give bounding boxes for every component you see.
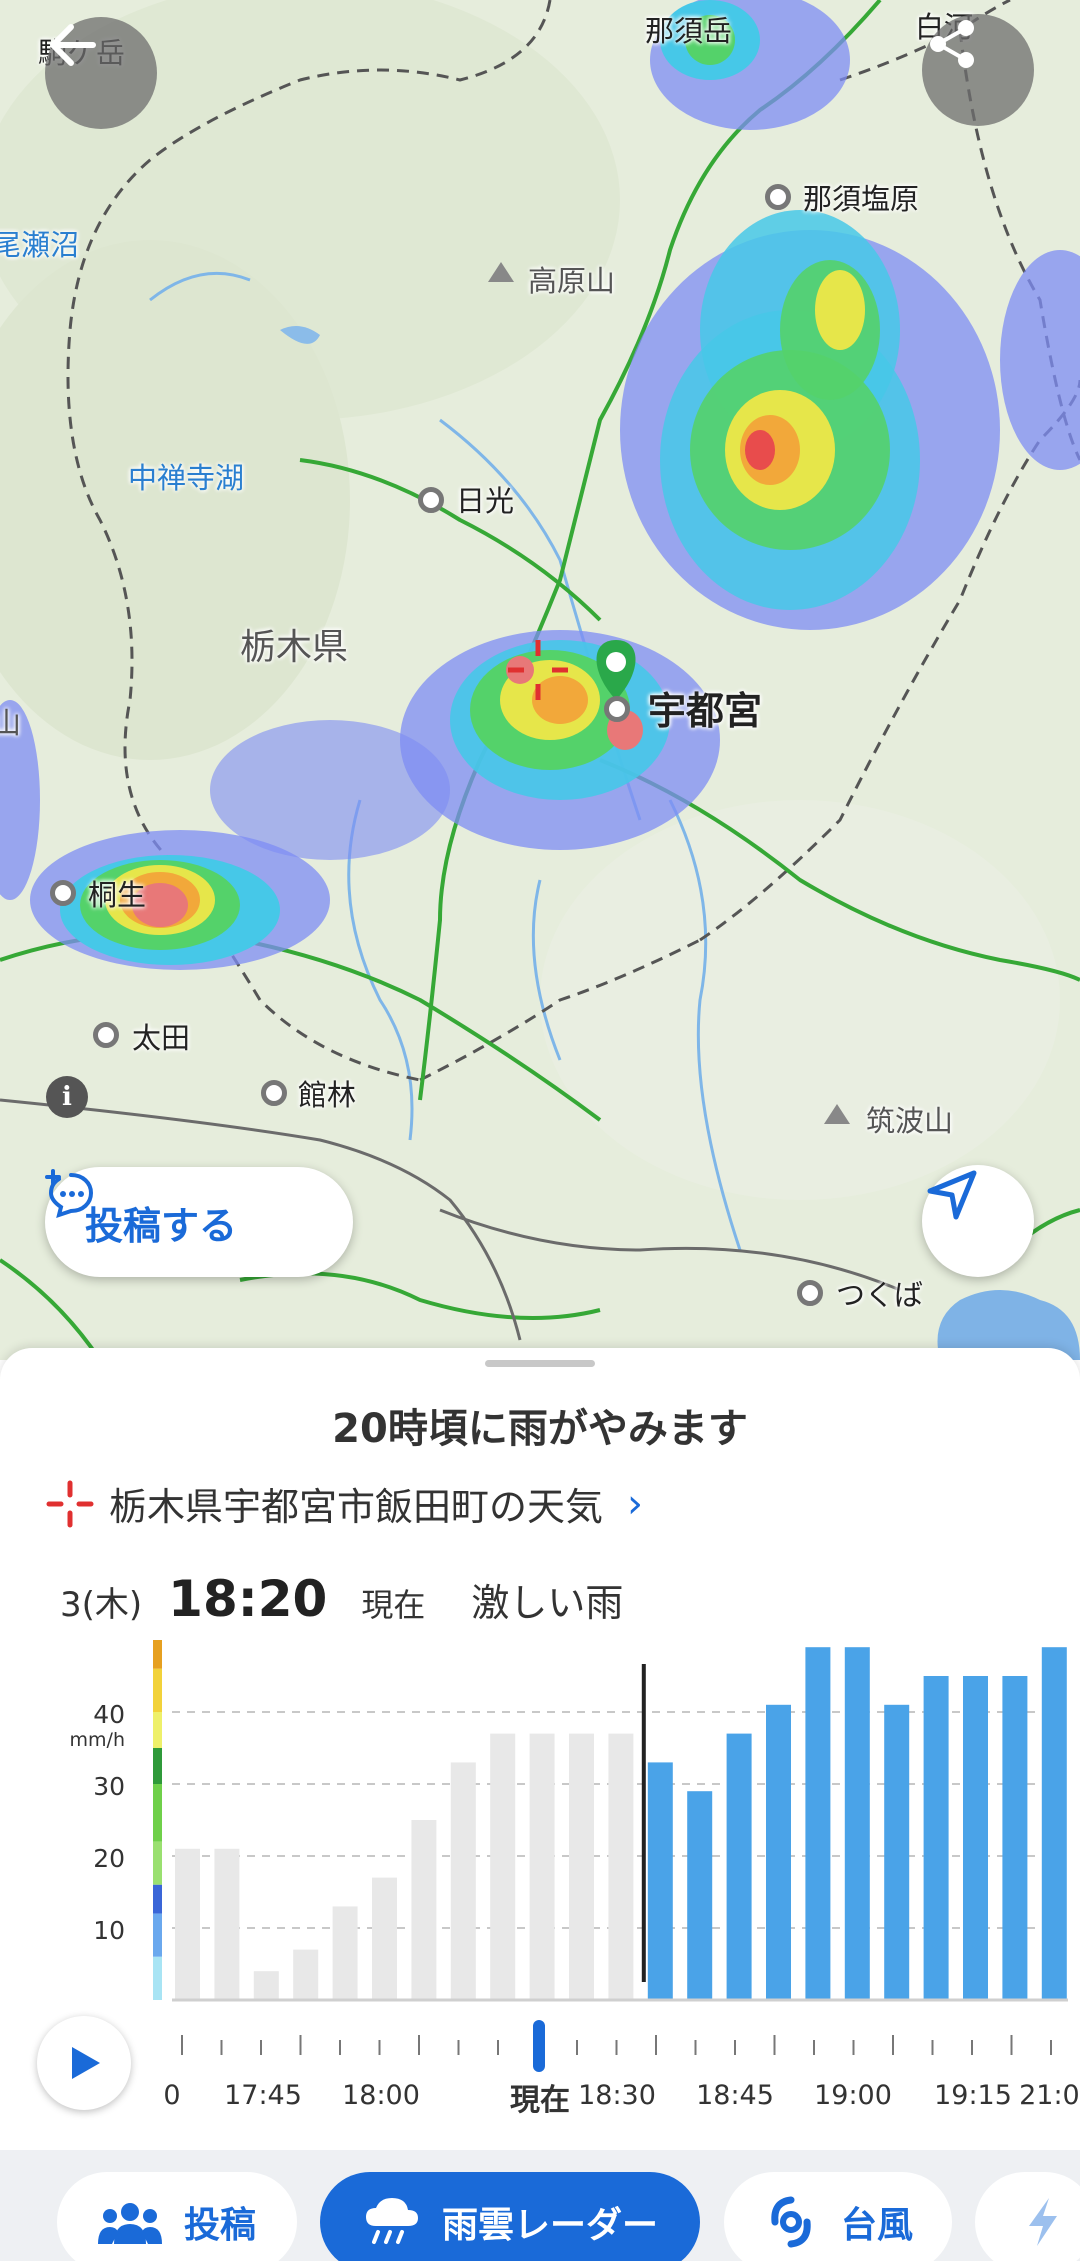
place-label: 那須岳 [645, 14, 733, 48]
rain-radar-map[interactable]: 駒ケ岳 那須岳 白河 尾瀬沼 那須塩原 高原山 中禅寺湖 日光 栃木県 宇都宮 … [0, 0, 1080, 1360]
place-label: 筑波山 [866, 1104, 954, 1138]
chat-plus-icon [45, 1169, 94, 1219]
crosshair-icon [46, 1480, 94, 1527]
city-marker [604, 696, 630, 722]
place-label: 館林 [298, 1078, 357, 1112]
navigation-arrow-icon [927, 1170, 977, 1220]
time-label: 18:20 [168, 1570, 328, 1628]
lightning-icon [1029, 2198, 1057, 2246]
place-label: 尾瀬沼 [0, 228, 80, 262]
city-marker [765, 184, 791, 210]
share-icon [930, 20, 974, 68]
post-button-label: 投稿する [85, 1203, 238, 1248]
place-label: 那須塩原 [803, 182, 920, 216]
place-label: 宇都宮 [648, 689, 763, 733]
tab-lightning[interactable] [975, 2172, 1080, 2261]
tab-posts[interactable]: 投稿 [57, 2172, 297, 2261]
city-marker [50, 880, 76, 906]
place-label: つくば [836, 1278, 924, 1312]
place-label: 日光 [456, 484, 515, 518]
prefecture-label: 栃木県 [240, 627, 349, 668]
location-name: 栃木県宇都宮市飯田町の天気 [109, 1485, 604, 1529]
city-marker [418, 487, 444, 513]
chevron-right-icon: › [627, 1480, 644, 1527]
sheet-drag-handle[interactable] [485, 1360, 595, 1367]
play-icon [72, 2047, 100, 2079]
current-location-button[interactable] [922, 1165, 1034, 1277]
time-status-row: 3(木) 18:20 現在 激しい雨 [60, 1570, 623, 1628]
place-label: 中禅寺湖 [128, 461, 245, 495]
rain-status: 激しい雨 [471, 1581, 624, 1625]
info-icon[interactable]: i [46, 1076, 88, 1118]
place-label: 桐生 [88, 878, 147, 912]
place-label: 太田 [132, 1021, 191, 1055]
play-button[interactable] [37, 2016, 131, 2110]
rain-cloud-icon [365, 2198, 418, 2244]
post-report-button[interactable]: 投稿する [45, 1167, 353, 1277]
tab-rain-radar-label: 雨雲レーダー [441, 2205, 658, 2246]
mountain-icon [488, 262, 514, 282]
now-label: 現在 [361, 1586, 426, 1624]
share-button[interactable] [922, 14, 1034, 126]
tab-typhoon[interactable]: 台風 [724, 2172, 952, 2261]
bottom-navigation: 投稿 雨雲レーダー 台風 [0, 2150, 1080, 2261]
mountain-icon [824, 1104, 850, 1124]
location-link[interactable]: 栃木県宇都宮市飯田町の天気 › [45, 1476, 643, 1531]
tab-posts-label: 投稿 [183, 2205, 256, 2246]
arrow-left-icon [50, 24, 96, 66]
city-marker [261, 1080, 287, 1106]
tab-typhoon-label: 台風 [840, 2205, 913, 2246]
city-marker [93, 1022, 119, 1048]
place-label: 山 [0, 706, 22, 740]
back-button[interactable] [45, 17, 157, 129]
typhoon-icon [771, 2196, 811, 2248]
people-icon [97, 2203, 162, 2244]
city-marker [797, 1280, 823, 1306]
tab-rain-radar[interactable]: 雨雲レーダー [320, 2172, 700, 2261]
place-label: 高原山 [528, 264, 616, 298]
rain-forecast-headline: 20時頃に雨がやみます [332, 1406, 748, 1452]
forecast-sheet: 20時頃に雨がやみます 栃木県宇都宮市飯田町の天気 › 3(木) 18:20 現… [0, 1348, 1080, 2261]
date-label: 3(木) [60, 1585, 143, 1625]
